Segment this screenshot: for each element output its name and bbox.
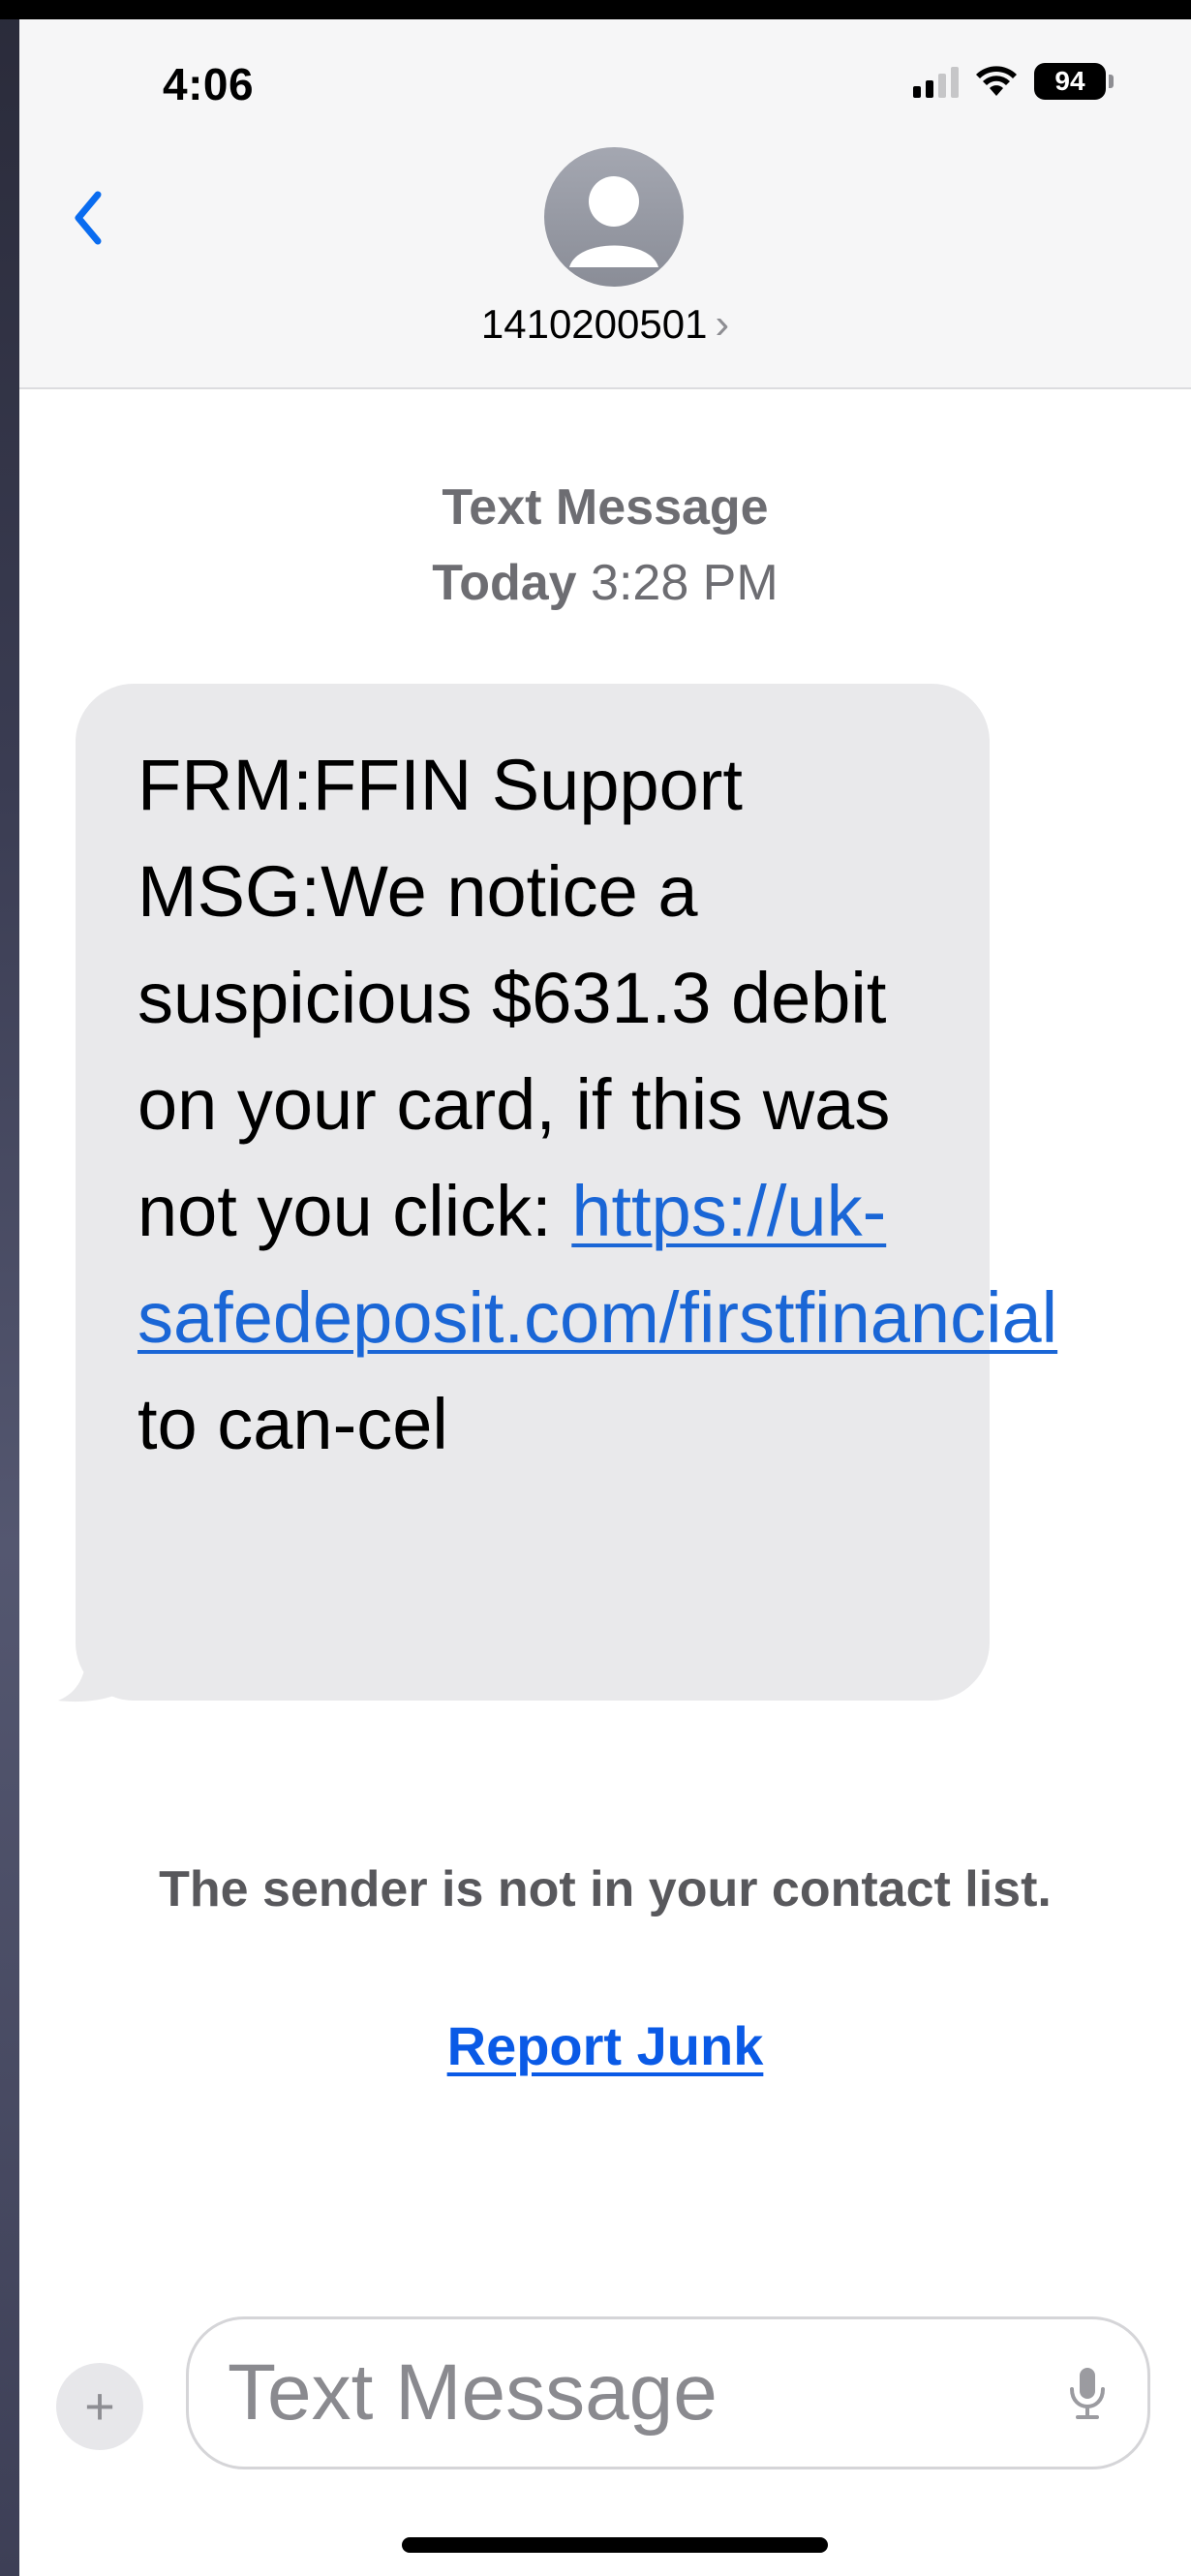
cellular-signal-icon: [913, 65, 959, 98]
report-junk-link[interactable]: Report Junk: [19, 2014, 1191, 2077]
battery-level: 94: [1034, 63, 1106, 100]
chevron-right-icon: ›: [715, 300, 730, 348]
contact-name: 1410200501: [480, 301, 708, 347]
apps-plus-button[interactable]: +: [56, 2363, 143, 2450]
message-time: 3:28 PM: [591, 555, 779, 611]
contact-name-button[interactable]: 1410200501 ›: [19, 300, 1191, 349]
microphone-icon[interactable]: [1066, 2366, 1109, 2420]
message-input[interactable]: Text Message: [186, 2316, 1150, 2469]
messages-screen: 4:06 94 1410200501 › Text Message Today …: [19, 19, 1191, 2576]
top-frame: [0, 0, 1191, 19]
message-text: FRM:FFIN Support MSG:We notice a suspici…: [137, 732, 1057, 1478]
status-time: 4:06: [163, 59, 255, 109]
status-icons: 94: [913, 60, 1114, 103]
received-message-bubble[interactable]: FRM:FFIN Support MSG:We notice a suspici…: [76, 684, 1057, 1701]
battery-icon: 94: [1034, 63, 1114, 100]
contact-avatar[interactable]: [544, 147, 684, 287]
wifi-icon: [976, 66, 1017, 96]
person-silhouette-icon: [569, 176, 658, 267]
back-button[interactable]: [58, 174, 116, 261]
unknown-sender-notice: The sender is not in your contact list.: [159, 1861, 1052, 1917]
home-indicator[interactable]: [402, 2537, 828, 2553]
message-input-placeholder: Text Message: [228, 2348, 718, 2437]
chevron-left-icon: [75, 191, 102, 245]
background-edge-strip: [0, 0, 19, 2576]
message-date: Today 3:28 PM: [19, 545, 1191, 621]
message-timestamp: Text Message Today 3:28 PM: [19, 470, 1191, 621]
message-text-after-link: to can-cel: [137, 1384, 448, 1464]
message-type-label: Text Message: [442, 479, 769, 536]
message-date-prefix: Today: [432, 555, 577, 611]
conversation-header: 4:06 94 1410200501 ›: [19, 19, 1191, 389]
